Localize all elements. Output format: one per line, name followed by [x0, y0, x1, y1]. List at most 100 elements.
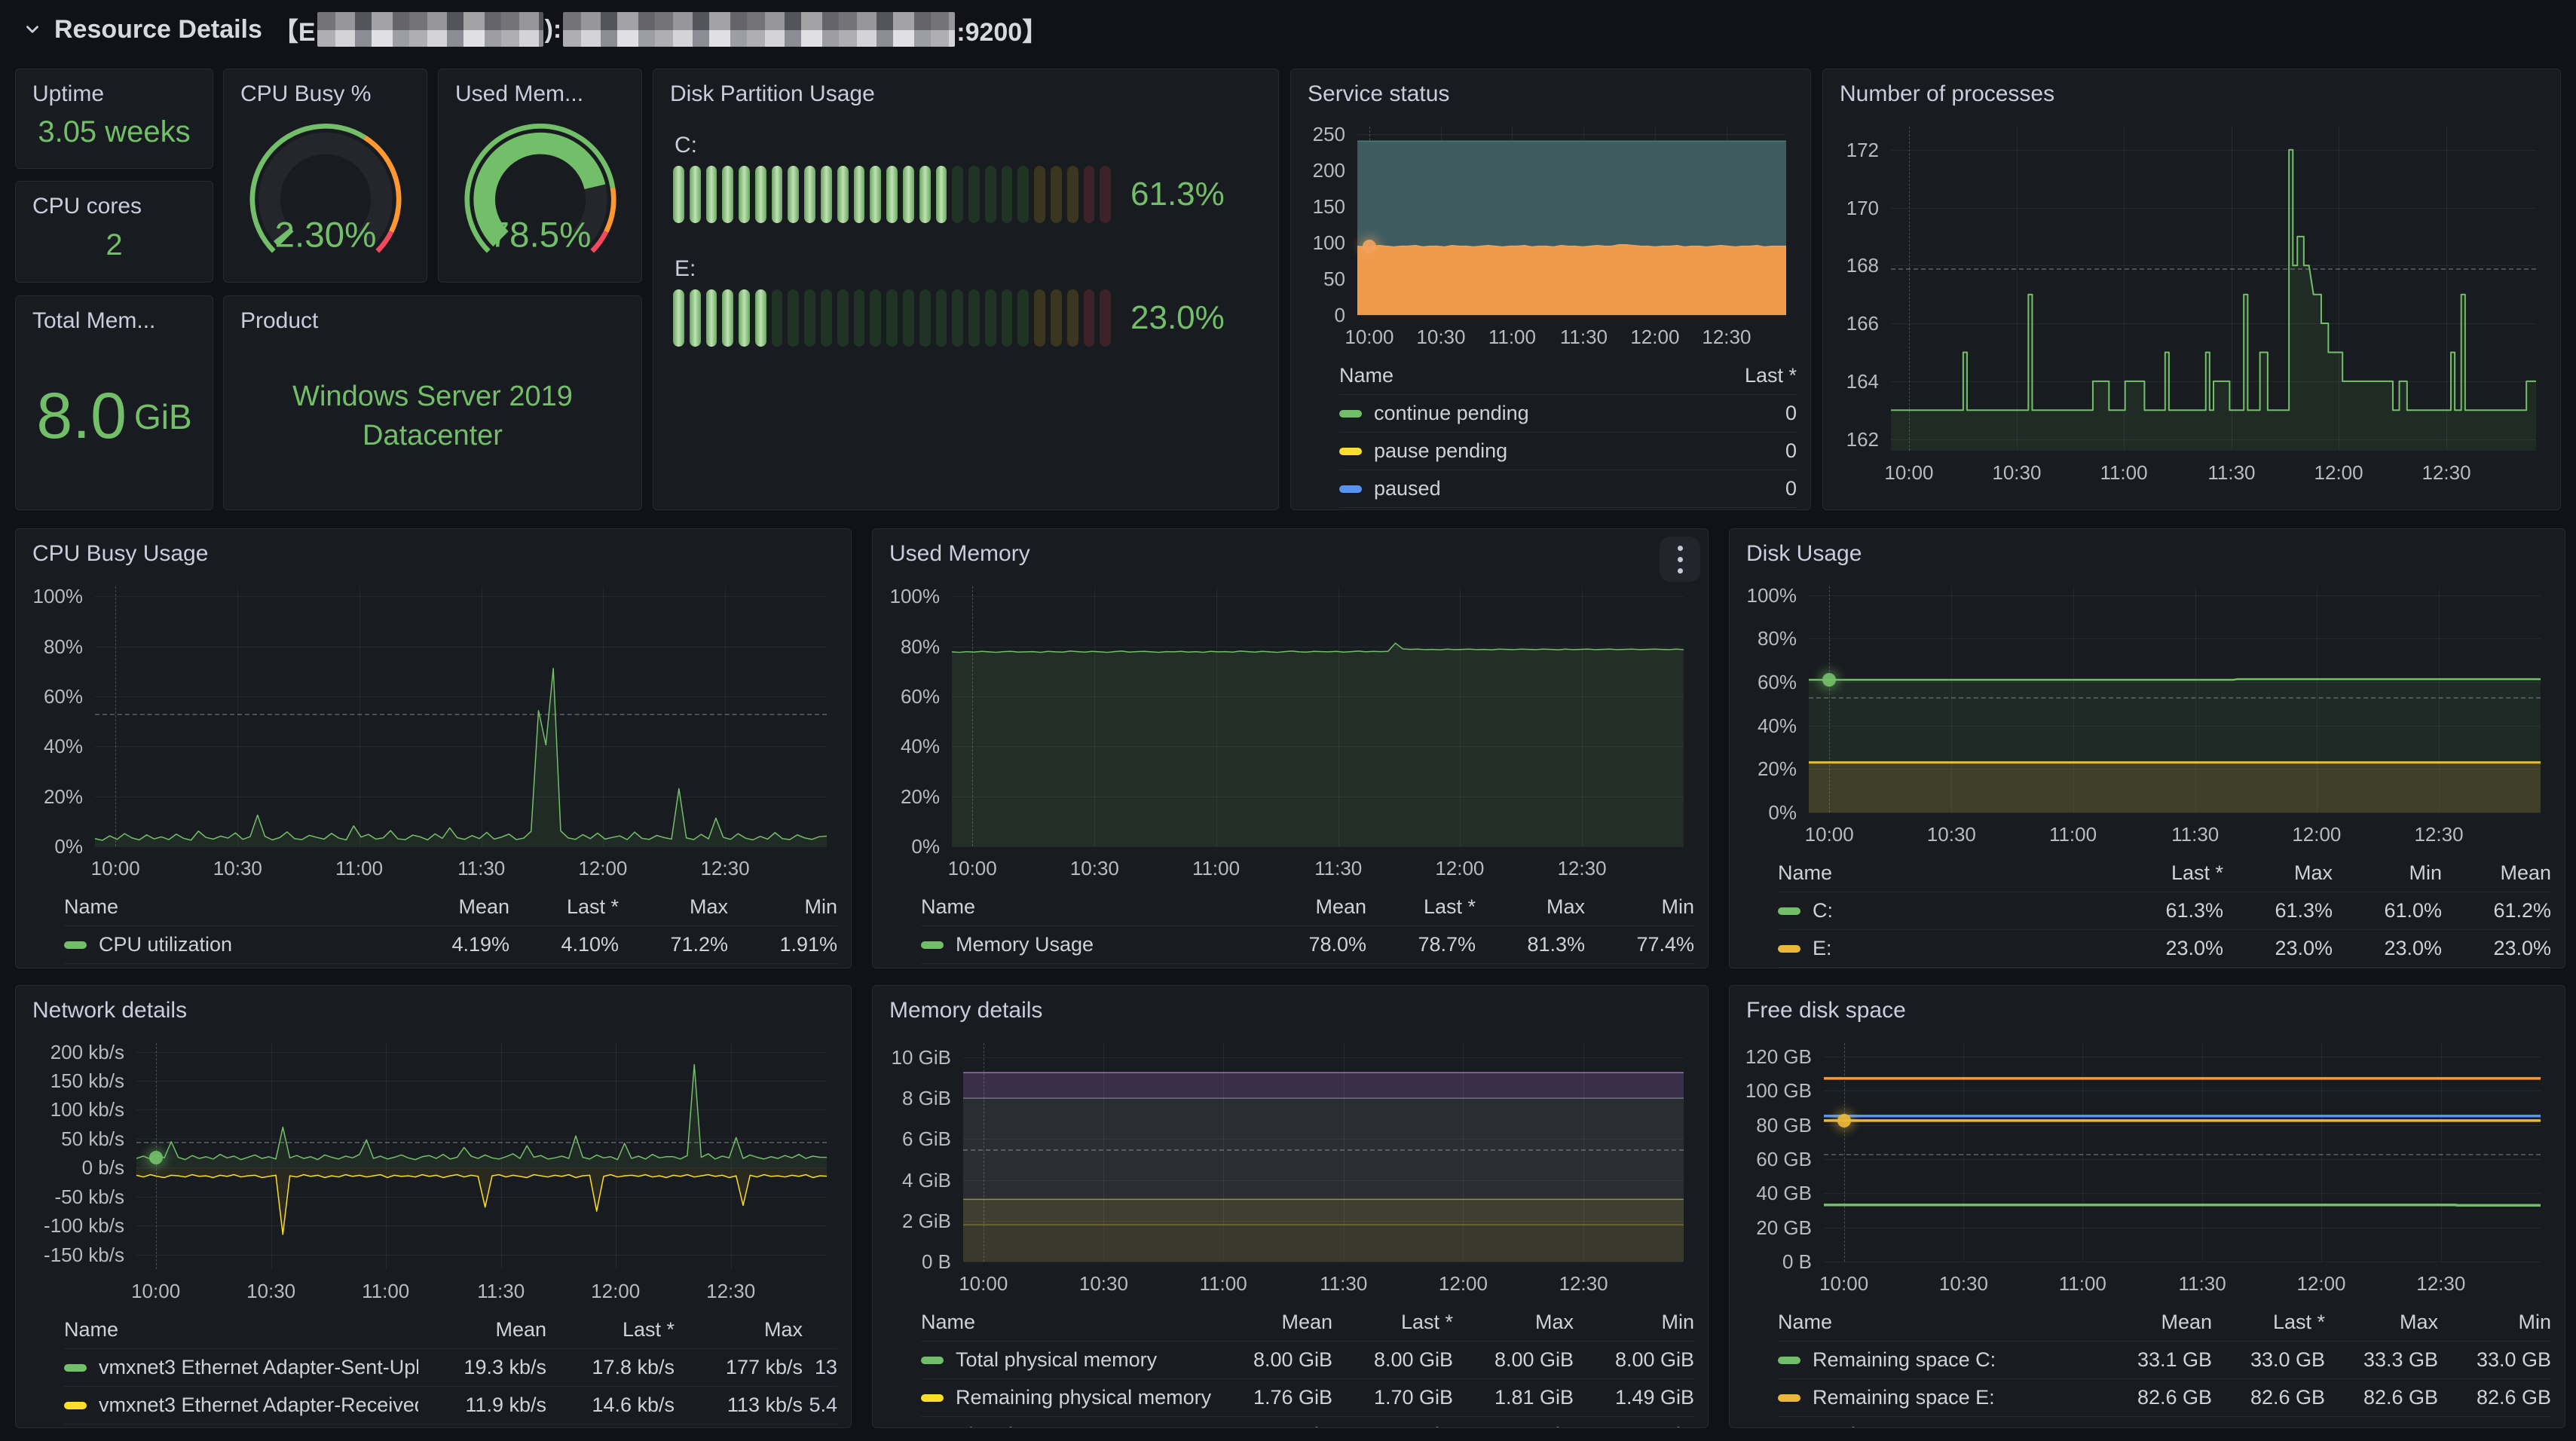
legend-column-header[interactable]: Last *	[1332, 1311, 1453, 1334]
series-name[interactable]: vmxnet3 Ethernet Adapter-Received-Downlo…	[99, 1394, 418, 1417]
series-color-swatch[interactable]	[1778, 1357, 1800, 1364]
legend-value: 1.70 GiB	[1332, 1386, 1453, 1409]
led-cell	[854, 166, 865, 223]
legend-value: 0	[1684, 439, 1797, 463]
panel-title[interactable]: Uptime	[16, 69, 213, 110]
led-cell	[690, 166, 701, 223]
legend-column-header[interactable]: Min	[2438, 1311, 2551, 1334]
panel-title[interactable]: Disk Partition Usage	[653, 69, 1278, 110]
legend-column-header[interactable]: Name	[921, 895, 1257, 919]
legend-column-header[interactable]: Last *	[1366, 895, 1476, 919]
legend-column-header[interactable]: Min	[1574, 1311, 1694, 1334]
legend-column-header[interactable]: Min	[728, 895, 837, 919]
legend-column-header[interactable]: Min	[1585, 895, 1694, 919]
series-name[interactable]: Remaining space E:	[1813, 1386, 1995, 1409]
panel-title[interactable]: Memory details	[873, 986, 1708, 1026]
panel-network-details: Network details 200 kb/s150 kb/s100 kb/s…	[15, 985, 852, 1428]
series-color-swatch[interactable]	[1339, 485, 1362, 493]
panel-product: Product Windows Server 2019 Datacenter	[223, 295, 642, 510]
legend-column-header[interactable]: Mean	[1212, 1311, 1332, 1334]
legend-column-header[interactable]: Name	[1339, 364, 1684, 387]
panel-title[interactable]: Disk Usage	[1730, 529, 2565, 570]
legend-column-header[interactable]: Max	[619, 895, 728, 919]
series-name[interactable]: Remaining physical memory	[956, 1386, 1211, 1409]
series-color-swatch[interactable]	[1778, 907, 1800, 915]
legend-value: 8.00 GiB	[1332, 1348, 1453, 1372]
legend-column-header[interactable]: Mean	[1257, 895, 1366, 919]
legend-column-header[interactable]: Mean	[2099, 1311, 2212, 1334]
legend-column-header[interactable]: Name	[1778, 861, 2114, 885]
panel-menu-button[interactable]	[1660, 537, 1700, 582]
panel-title[interactable]: Used Memory	[873, 529, 1708, 570]
legend-column-header[interactable]: Min	[2333, 861, 2442, 885]
series-color-swatch[interactable]	[64, 941, 87, 949]
panel-title[interactable]: Product	[224, 296, 641, 337]
led-cell	[837, 166, 849, 223]
legend-column-header[interactable]: Name	[64, 1318, 418, 1342]
panel-title[interactable]: Total Mem...	[16, 296, 213, 337]
legend-value: 113 kb/s	[675, 1394, 803, 1417]
legend-column-header[interactable]: Name	[1778, 1311, 2099, 1334]
legend-value: 85.3 GB	[2325, 1424, 2438, 1428]
legend-column-header[interactable]: Max	[1476, 895, 1585, 919]
series-name[interactable]: vmxnet3 Ethernet Adapter-Sent-Upload	[99, 1356, 418, 1379]
legend-column-header[interactable]: Mean	[2442, 861, 2551, 885]
legend-column-header[interactable]: Max	[2325, 1311, 2438, 1334]
panel-number-of-processes: Number of processes 16216416616817017210…	[1822, 69, 2561, 510]
series-name[interactable]: pause pending	[1374, 439, 1507, 463]
series-name[interactable]: Memory Usage	[956, 933, 1094, 956]
led-cell	[1067, 289, 1078, 347]
chevron-down-icon[interactable]	[23, 20, 42, 39]
legend-column-header[interactable]: Name	[921, 1311, 1212, 1334]
legend-column-header[interactable]: Max	[675, 1318, 803, 1342]
series-color-swatch[interactable]	[921, 1394, 944, 1402]
led-value: 23.0%	[1111, 299, 1259, 337]
legend-column-header[interactable]: Last *	[1684, 364, 1797, 387]
row-title[interactable]: Resource Details 【E): :9200】	[54, 11, 1048, 48]
legend-value: 23.0%	[2442, 937, 2551, 960]
series-color-swatch[interactable]	[64, 1364, 87, 1372]
series-name[interactable]: C:	[1813, 899, 1833, 922]
series-name[interactable]: Total physical memory	[956, 1348, 1157, 1372]
series-color-swatch[interactable]	[1339, 448, 1362, 455]
panel-title[interactable]: CPU cores	[16, 182, 213, 222]
panel-title[interactable]: Free disk space	[1730, 986, 2565, 1026]
series-color-swatch[interactable]	[921, 941, 944, 949]
led-value: 61.3%	[1111, 176, 1259, 213]
legend-column-header[interactable]: Last *	[2212, 1311, 2325, 1334]
series-name[interactable]: E:	[1813, 937, 1832, 960]
series-color-swatch[interactable]	[1339, 410, 1362, 418]
panel-title[interactable]: Used Mem...	[439, 69, 641, 110]
legend-column-header[interactable]: Last *	[509, 895, 619, 919]
led-cell	[1002, 166, 1013, 223]
panel-title[interactable]: Network details	[16, 986, 851, 1026]
series-color-swatch[interactable]	[64, 1402, 87, 1409]
legend-value: 1.81 GiB	[1453, 1386, 1574, 1409]
legend-column-header[interactable]: Max	[2223, 861, 2333, 885]
panel-title[interactable]: Service status	[1291, 69, 1810, 110]
led-cell	[1034, 289, 1045, 347]
legend-value: 71.2%	[619, 933, 728, 956]
series-color-swatch[interactable]	[1778, 945, 1800, 953]
panel-title[interactable]: Number of processes	[1823, 69, 2560, 110]
legend-column-header[interactable]: Mean	[418, 1318, 546, 1342]
led-cell	[739, 289, 750, 347]
legend-column-header[interactable]: Last *	[546, 1318, 675, 1342]
panel-title[interactable]: CPU Busy %	[224, 69, 427, 110]
series-name[interactable]: Remaining space C:	[1813, 1348, 1996, 1372]
legend-column-header[interactable]: Name	[64, 895, 400, 919]
legend-column-header[interactable]: Last *	[2114, 861, 2223, 885]
led-cell	[788, 289, 799, 347]
series-color-swatch[interactable]	[921, 1357, 944, 1364]
series-name[interactable]: paused	[1374, 477, 1441, 500]
series-name[interactable]: Total space C:	[1813, 1424, 1941, 1428]
series-name[interactable]: CPU utilization	[99, 933, 232, 956]
panel-title[interactable]: CPU Busy Usage	[16, 529, 851, 570]
series-color-swatch[interactable]	[1778, 1394, 1800, 1402]
series-name[interactable]: continue pending	[1374, 402, 1529, 425]
legend-row: C:61.3%61.3%61.0%61.2%	[1778, 892, 2551, 930]
series-name[interactable]: Virtual memory	[956, 1424, 1092, 1428]
legend-column-header[interactable]: Max	[1453, 1311, 1574, 1334]
panel-uptime: Uptime 3.05 weeks	[15, 69, 213, 169]
legend-column-header[interactable]: Mean	[400, 895, 509, 919]
